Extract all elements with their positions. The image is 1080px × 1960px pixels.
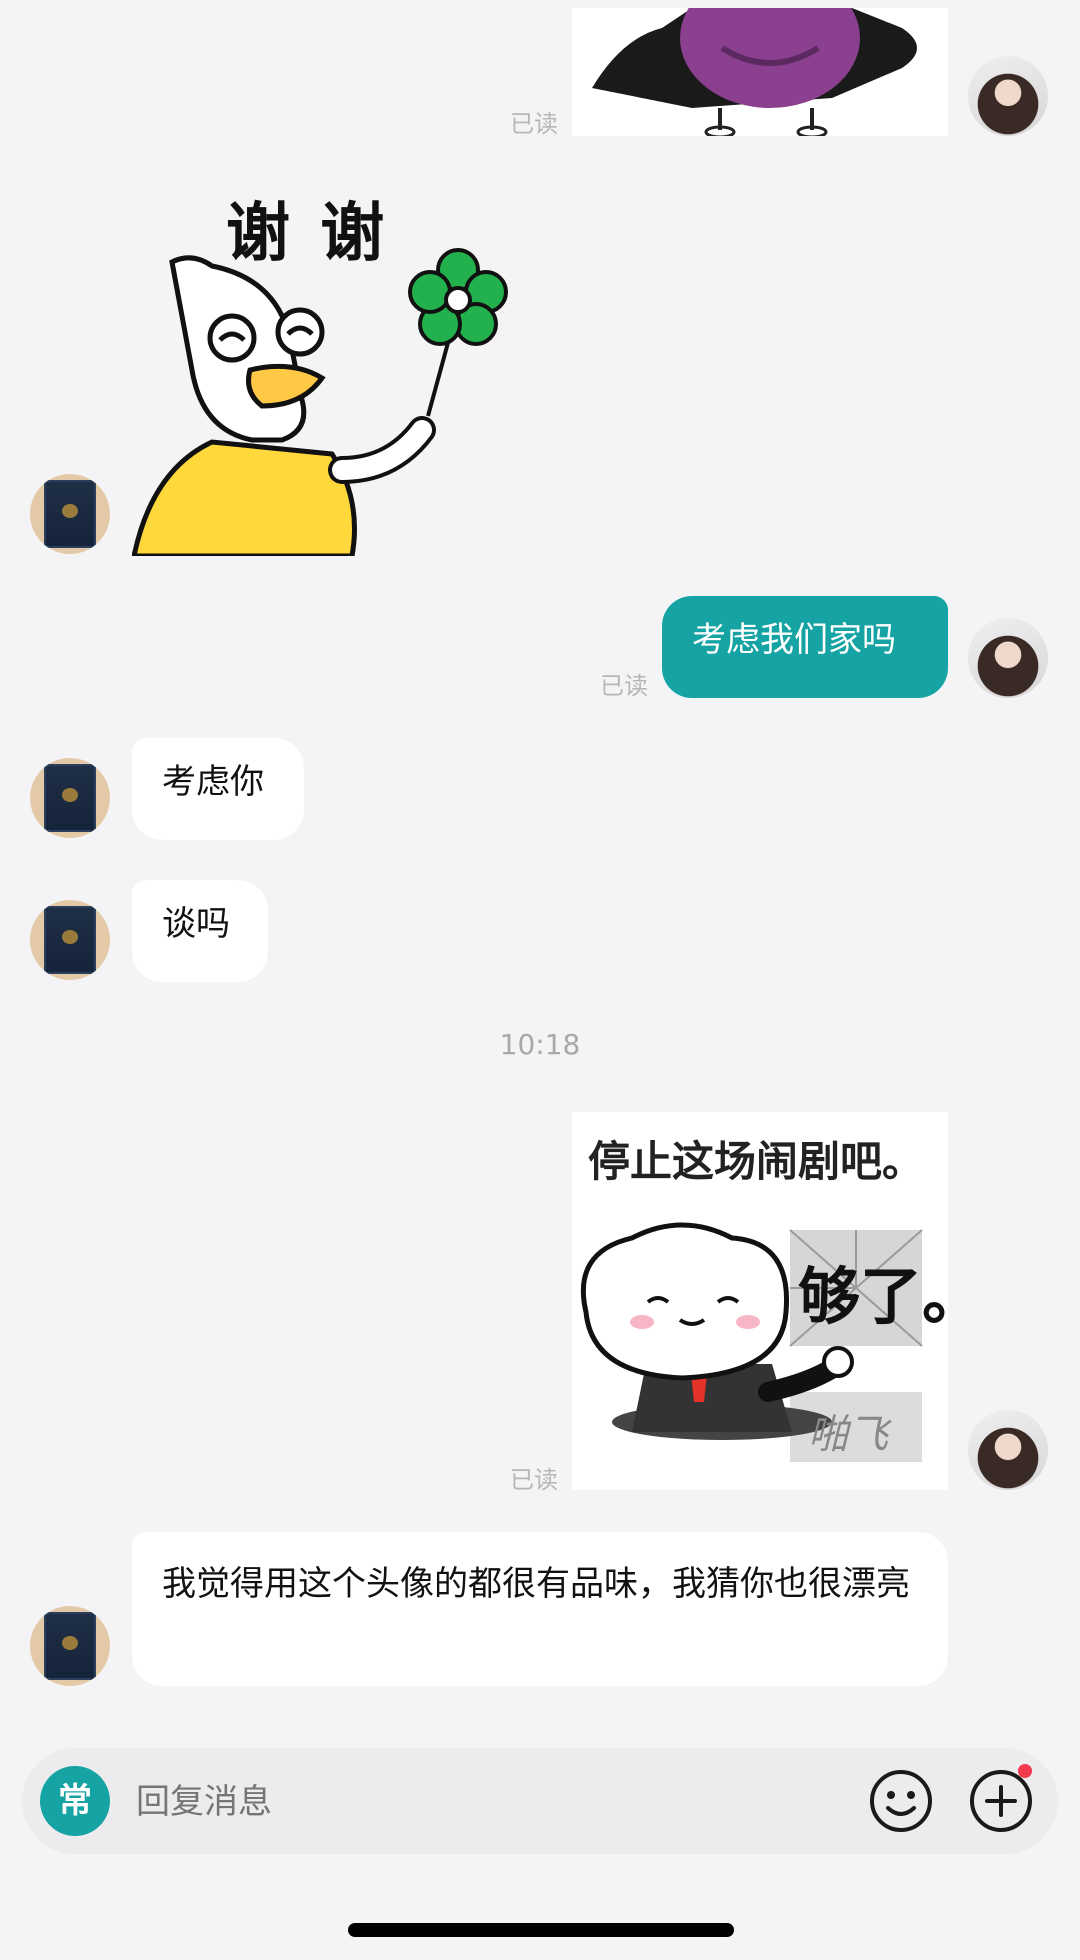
sticker-thanks[interactable]: 谢 谢 [132, 170, 512, 556]
home-indicator[interactable] [348, 1923, 734, 1937]
chat-timestamp: 10:18 [499, 1028, 581, 1061]
emblem-icon [62, 788, 78, 802]
duck-drawing [132, 248, 508, 556]
emblem-icon [62, 1636, 78, 1650]
sticker-stop-drama[interactable]: 停止这场闹剧吧。 够了。 啪飞 [572, 1112, 948, 1490]
contact-avatar[interactable] [30, 474, 110, 554]
notification-dot-icon [1018, 1764, 1032, 1778]
read-receipt: 已读 [510, 110, 558, 138]
read-receipt: 已读 [600, 672, 648, 700]
emoji-button[interactable] [868, 1768, 934, 1834]
message-input[interactable] [134, 1772, 838, 1832]
read-receipt: 已读 [510, 1466, 558, 1494]
sticker-stop-bottom: 啪飞 [808, 1412, 888, 1458]
sticker-top-partial-art [592, 8, 917, 136]
sticker-stop-enough: 够了。 [798, 1260, 948, 1333]
quick-reply-label: 常 [58, 1781, 92, 1821]
emblem-icon [62, 930, 78, 944]
incoming-message-bubble[interactable]: 谈吗 [132, 880, 268, 982]
contact-avatar[interactable] [30, 900, 110, 980]
contact-avatar[interactable] [30, 758, 110, 838]
quick-reply-button[interactable]: 常 [40, 1766, 110, 1836]
outgoing-message-bubble[interactable]: 考虑我们家吗 [662, 596, 948, 698]
more-button[interactable] [968, 1764, 1034, 1834]
contact-avatar[interactable] [30, 1606, 110, 1686]
self-avatar[interactable] [968, 1410, 1048, 1490]
message-input-bar: 常 [22, 1748, 1058, 1854]
self-avatar[interactable] [968, 618, 1048, 698]
self-avatar[interactable] [968, 56, 1048, 136]
emoji-icon [870, 1770, 932, 1832]
incoming-message-bubble[interactable]: 考虑你 [132, 738, 304, 840]
emblem-icon [62, 504, 78, 518]
sticker-top-partial[interactable] [572, 8, 948, 136]
incoming-message-bubble[interactable]: 我觉得用这个头像的都很有品味，我猜你也很漂亮 [132, 1532, 948, 1686]
